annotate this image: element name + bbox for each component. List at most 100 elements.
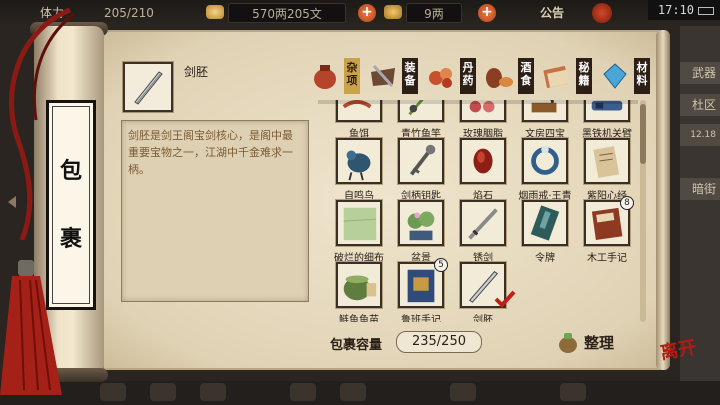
backpack-title-panel: 包 裹 bbox=[46, 100, 96, 310]
item-name: 鲢鱼鱼苗 bbox=[339, 315, 379, 322]
close-button[interactable]: 离开 bbox=[658, 336, 698, 372]
backpack-title-char: 包 bbox=[59, 158, 82, 184]
tab-label: 材料 bbox=[634, 58, 650, 94]
item-slot[interactable] bbox=[460, 100, 506, 122]
item-name: 令牌 bbox=[535, 253, 555, 264]
bottom-menu-icon bbox=[200, 383, 226, 401]
cloth-icon bbox=[343, 207, 377, 241]
fish-fry-pot-icon bbox=[343, 275, 377, 301]
selected-item-name: 剑胚 bbox=[184, 65, 209, 79]
background-side-panel: 武器 杜区 12.18 暗街 bbox=[680, 26, 720, 386]
item-slot[interactable] bbox=[460, 138, 506, 184]
ring-icon bbox=[531, 145, 559, 175]
money-icon bbox=[206, 5, 224, 19]
clock: 17:10 bbox=[648, 0, 720, 20]
item-quantity-badge: 8 bbox=[620, 196, 634, 210]
bottom-menu-icon bbox=[560, 383, 586, 401]
inventory-item[interactable]: 剑柄钥匙 bbox=[386, 138, 448, 202]
inventory-item[interactable]: 文房四宝 bbox=[510, 100, 572, 140]
inventory-scrollbar[interactable] bbox=[640, 100, 646, 322]
sort-label: 整理 bbox=[584, 334, 615, 352]
money-bag-icon bbox=[559, 333, 577, 353]
inventory-item[interactable]: 8 木工手记 bbox=[572, 196, 634, 264]
inventory-item[interactable]: 黑铁机关臂 bbox=[572, 100, 634, 140]
sword-blank-icon bbox=[134, 71, 163, 105]
item-slot[interactable] bbox=[398, 138, 444, 184]
tab-misc[interactable]: 杂项 bbox=[306, 58, 366, 94]
rouge-icon bbox=[469, 100, 495, 113]
fishing-rod-icon bbox=[408, 100, 424, 116]
inventory-item[interactable]: 剑胚 bbox=[448, 262, 516, 322]
pill-icon bbox=[429, 68, 452, 88]
item-slot[interactable] bbox=[460, 200, 506, 246]
tab-food[interactable]: 酒食 bbox=[480, 58, 540, 94]
scrollbar-thumb[interactable] bbox=[640, 104, 646, 164]
item-slot[interactable] bbox=[398, 100, 444, 122]
inventory-item[interactable]: 令牌 bbox=[510, 200, 572, 264]
key-icon bbox=[409, 144, 436, 176]
bottom-menu-icon bbox=[100, 383, 126, 401]
capacity-value: 235/250 bbox=[396, 331, 482, 353]
tab-label: 秘籍 bbox=[576, 58, 592, 94]
jar-icon bbox=[314, 65, 336, 89]
side-label-date: 12.18 bbox=[680, 124, 720, 146]
inventory-item[interactable]: 玫瑰胭脂 bbox=[448, 100, 510, 140]
equipment-icon bbox=[371, 64, 395, 88]
item-name: 木工手记 bbox=[587, 253, 627, 264]
bottom-menu-icon bbox=[340, 383, 366, 401]
item-slot[interactable] bbox=[398, 200, 444, 246]
item-slot[interactable] bbox=[336, 100, 382, 122]
inventory-item[interactable]: 鲢鱼鱼苗 bbox=[324, 262, 386, 322]
rusty-sword-icon bbox=[468, 208, 498, 240]
side-label-street: 暗街 bbox=[680, 178, 720, 200]
category-tabs: 杂项 装备 丹药 酒食 秘籍 材料 bbox=[306, 58, 664, 94]
side-label-district: 杜区 bbox=[680, 94, 720, 116]
inventory-item[interactable]: 青竹鱼竿 bbox=[386, 100, 448, 140]
tab-label: 丹药 bbox=[460, 58, 476, 94]
inventory-item[interactable]: 烟雨戒·王青 bbox=[510, 138, 572, 202]
bait-icon bbox=[342, 100, 372, 109]
item-slot[interactable] bbox=[522, 200, 568, 246]
token-icon bbox=[530, 205, 560, 241]
tab-label: 酒食 bbox=[518, 58, 534, 94]
sort-button[interactable]: 整理 bbox=[556, 328, 626, 356]
backpack-title-char: 裹 bbox=[59, 226, 82, 252]
money-value: 570两205文 bbox=[228, 3, 346, 23]
inventory-item[interactable]: 紫阳心经 bbox=[572, 138, 634, 202]
inventory-item[interactable]: 破烂的细布 bbox=[324, 200, 386, 264]
add-gold-button[interactable]: + bbox=[478, 4, 496, 22]
inventory-item[interactable]: 5 鲁班手记 bbox=[386, 258, 448, 322]
bottom-menu-icon bbox=[450, 383, 476, 401]
item-slot[interactable] bbox=[584, 138, 630, 184]
item-slot[interactable] bbox=[522, 138, 568, 184]
add-money-button[interactable]: + bbox=[358, 4, 376, 22]
inventory-item[interactable]: 焰石 bbox=[448, 138, 510, 202]
announcement-button[interactable]: 公告 bbox=[540, 3, 564, 23]
tab-medicine[interactable]: 丹药 bbox=[422, 58, 482, 94]
stationery-icon bbox=[531, 100, 557, 113]
inventory-grid: 鱼饵 青竹鱼竿 玫瑰胭脂 文房四宝 黑铁机关臂自鸣鸟 剑柄钥匙 焰石 烟雨戒·王青 紫阳心经破烂… bbox=[318, 100, 638, 322]
gold-value: 9两 bbox=[406, 3, 462, 23]
inventory-item[interactable]: 自鸣鸟 bbox=[324, 138, 386, 202]
bottom-menu-bar bbox=[0, 381, 720, 405]
tab-materials[interactable]: 材料 bbox=[596, 58, 656, 94]
gold-icon bbox=[384, 5, 402, 19]
item-slot[interactable] bbox=[336, 200, 382, 246]
battery-icon bbox=[698, 6, 714, 15]
inventory-item[interactable]: 锈剑 bbox=[448, 200, 510, 264]
inventory-item[interactable]: 盆景 bbox=[386, 200, 448, 264]
item-slot[interactable] bbox=[522, 100, 568, 122]
bottom-menu-icon bbox=[290, 383, 316, 401]
bottom-menu-icon bbox=[150, 383, 176, 401]
inventory-item[interactable]: 鱼饵 bbox=[324, 100, 386, 140]
item-slot[interactable] bbox=[336, 138, 382, 184]
item-description: 剑胚是剑王阁宝剑核心，是阁中最重要宝物之一，江湖中千金难求一柄。 bbox=[121, 120, 309, 302]
item-slot[interactable] bbox=[336, 262, 382, 308]
scroll-icon bbox=[593, 146, 620, 179]
tab-manuals[interactable]: 秘籍 bbox=[538, 58, 598, 94]
item-name: 鲁班手记 bbox=[401, 315, 441, 322]
tab-equipment[interactable]: 装备 bbox=[364, 58, 424, 94]
item-slot[interactable] bbox=[584, 100, 630, 122]
notification-icon[interactable] bbox=[592, 3, 612, 23]
clock-time: 17:10 bbox=[657, 3, 694, 17]
